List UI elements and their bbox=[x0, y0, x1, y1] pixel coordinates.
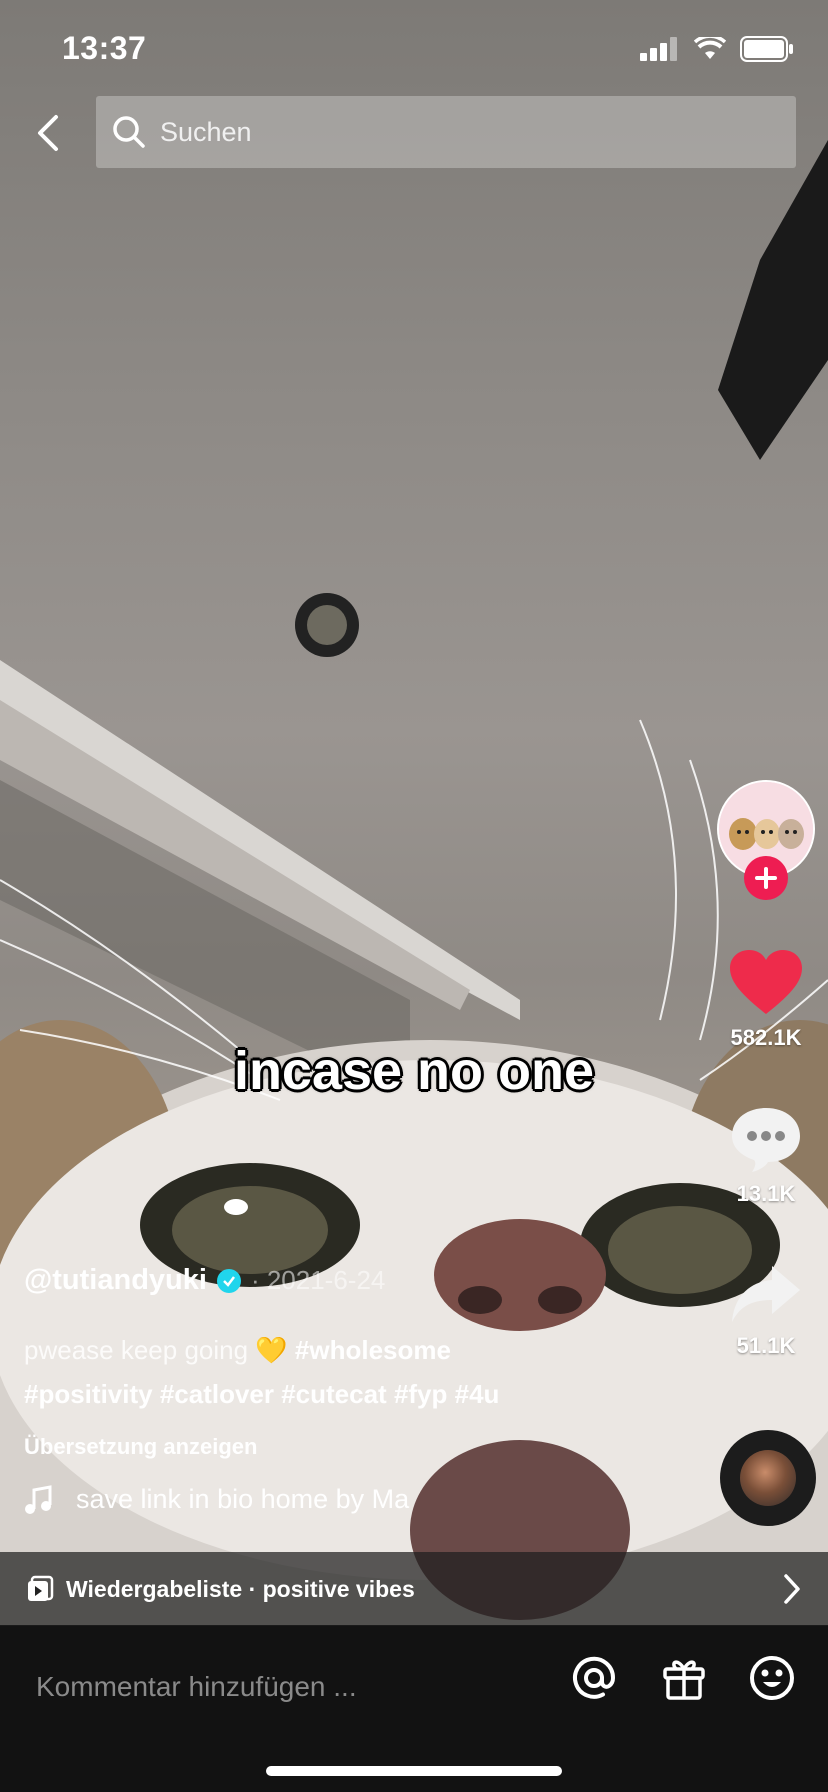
video-meta: @tutiandyuki · 2021-6-24 bbox=[24, 1264, 624, 1297]
battery-icon bbox=[740, 36, 793, 62]
gift-icon[interactable] bbox=[660, 1654, 708, 1702]
comment-button[interactable]: 13.1K bbox=[706, 1104, 826, 1207]
comment-icon bbox=[732, 1108, 800, 1172]
sound-disc-button[interactable] bbox=[720, 1430, 816, 1526]
status-bar: 13:37 bbox=[0, 0, 828, 96]
comment-input[interactable] bbox=[34, 1658, 538, 1716]
plus-icon bbox=[755, 867, 777, 889]
creator-info: @tutiandyuki · 2021-6-24 bbox=[24, 1264, 624, 1297]
cellular-signal-icon bbox=[640, 37, 677, 61]
sound-label: save link in bio home by Ma bbox=[76, 1484, 410, 1514]
chevron-right-icon bbox=[784, 1574, 800, 1604]
wifi-icon bbox=[694, 37, 726, 59]
like-count: 582.1K bbox=[730, 1025, 802, 1050]
music-note-icon bbox=[25, 1484, 52, 1514]
heart-icon bbox=[730, 950, 802, 1014]
status-time: 13:37 bbox=[62, 30, 147, 66]
search-bar[interactable] bbox=[96, 96, 796, 168]
video-caption: pwease keep going 💛 #wholesome #positivi… bbox=[24, 1328, 584, 1416]
back-button[interactable] bbox=[28, 108, 68, 158]
search-icon bbox=[113, 116, 145, 148]
home-indicator bbox=[266, 1766, 562, 1776]
sound-cover-image bbox=[740, 1450, 796, 1506]
post-date: · 2021-6-24 bbox=[250, 1265, 386, 1295]
emoji-icon[interactable] bbox=[748, 1654, 796, 1702]
comment-bar bbox=[0, 1626, 828, 1792]
at-icon[interactable] bbox=[570, 1654, 618, 1702]
share-icon bbox=[732, 1266, 800, 1322]
sound-info[interactable]: save link in bio home by Ma bbox=[24, 1484, 436, 1515]
caption-text: pwease keep going bbox=[24, 1335, 249, 1365]
share-button[interactable]: 51.1K bbox=[706, 1264, 826, 1359]
comment-count: 13.1K bbox=[736, 1181, 796, 1206]
playlist-bar[interactable]: Wiedergabeliste · positive vibes bbox=[0, 1552, 828, 1626]
creator-username[interactable]: @tutiandyuki bbox=[24, 1264, 207, 1297]
hashtag-link[interactable]: #wholesome bbox=[295, 1335, 451, 1365]
share-count: 51.1K bbox=[736, 1333, 796, 1358]
playlist-icon bbox=[28, 1575, 54, 1601]
follow-button[interactable] bbox=[744, 856, 788, 900]
heart-emoji: 💛 bbox=[255, 1335, 288, 1365]
like-button[interactable]: 582.1K bbox=[706, 948, 826, 1051]
playlist-label: Wiedergabeliste · positive vibes bbox=[66, 1575, 415, 1602]
search-input[interactable] bbox=[158, 115, 722, 149]
hashtag-links[interactable]: #positivity #catlover #cutecat #fyp #4u bbox=[24, 1379, 499, 1409]
status-icons bbox=[640, 36, 794, 62]
video-overlay-text: incase no one bbox=[233, 1041, 595, 1101]
verified-badge-icon bbox=[216, 1268, 241, 1293]
translate-button[interactable]: Übersetzung anzeigen bbox=[24, 1434, 257, 1460]
back-icon bbox=[38, 115, 58, 151]
